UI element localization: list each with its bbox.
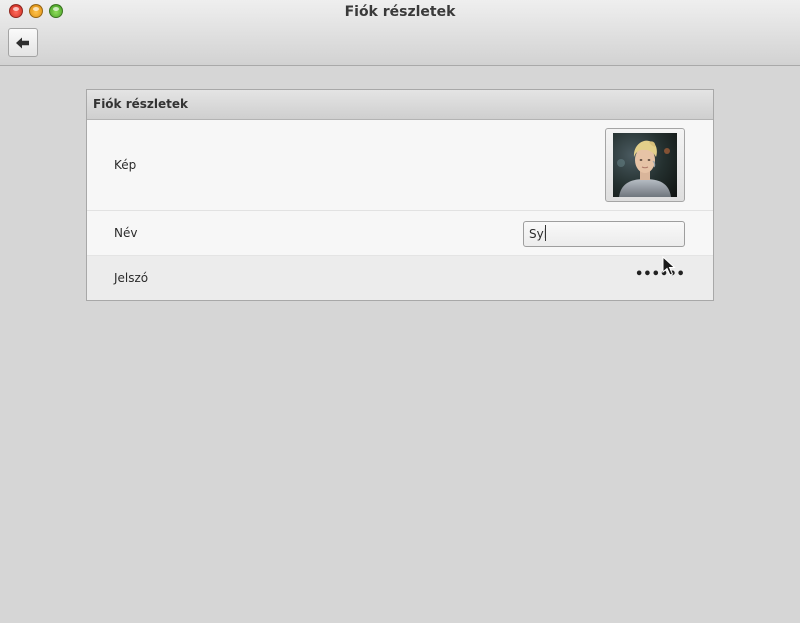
password-value[interactable]: •••••• xyxy=(635,267,685,282)
name-label: Név xyxy=(114,226,138,240)
back-button[interactable] xyxy=(8,28,38,57)
picture-row: Kép xyxy=(87,120,713,211)
password-label: Jelszó xyxy=(114,271,149,285)
text-caret xyxy=(545,225,546,241)
back-arrow-icon xyxy=(16,37,29,48)
avatar-button[interactable] xyxy=(605,128,685,202)
title-bar: Fiók részletek xyxy=(0,0,800,66)
panel-title: Fiók részletek xyxy=(87,90,713,120)
mouse-pointer-icon xyxy=(662,256,676,276)
picture-label: Kép xyxy=(114,158,137,172)
name-row: Név xyxy=(87,211,713,256)
name-input[interactable] xyxy=(523,221,685,247)
avatar xyxy=(613,133,677,197)
window-title: Fiók részletek xyxy=(344,4,456,20)
account-details-panel: Fiók részletek Kép Név Syl Jelszó •••••• xyxy=(86,89,714,301)
password-row[interactable]: Jelszó •••••• xyxy=(87,256,713,300)
